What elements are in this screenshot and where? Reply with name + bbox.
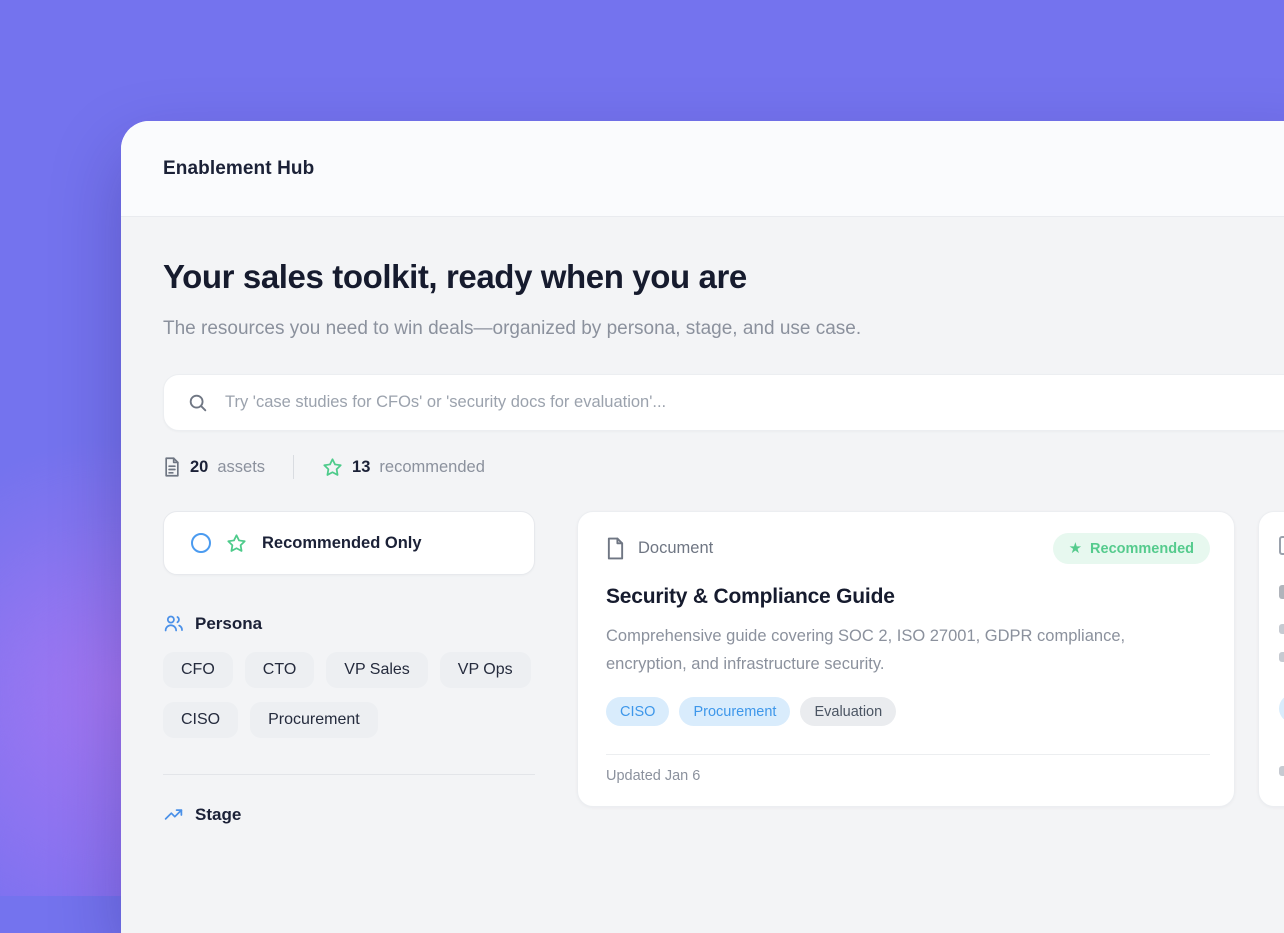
persona-chip-procurement[interactable]: Procurement xyxy=(250,702,378,738)
stats-row: 20 assets 13 recommended xyxy=(163,455,1284,479)
users-icon xyxy=(163,613,184,634)
asset-card-partial[interactable] xyxy=(1258,511,1284,807)
recommended-only-label: Recommended Only xyxy=(262,534,422,553)
star-outline-icon xyxy=(226,533,247,554)
star-filled-icon: ★ xyxy=(1069,541,1082,556)
card-type: Document xyxy=(606,537,713,560)
recommended-badge: ★ Recommended xyxy=(1053,533,1210,564)
stats-divider xyxy=(293,455,294,479)
recommended-count: 13 xyxy=(352,458,370,477)
persona-chips: CFO CTO VP Sales VP Ops CISO Procurement xyxy=(163,652,535,738)
partial-card-text-fragment xyxy=(1279,624,1284,634)
enablement-hub-window: Enablement Hub Your sales toolkit, ready… xyxy=(121,121,1284,933)
card-type-label: Document xyxy=(638,539,713,558)
recommended-label: recommended xyxy=(379,458,484,477)
recommended-badge-label: Recommended xyxy=(1090,541,1194,557)
search-bar[interactable] xyxy=(163,374,1284,431)
asset-cards: Document ★ Recommended Security & Compli… xyxy=(577,511,1284,825)
tag-ciso: CISO xyxy=(606,697,669,726)
card-title: Security & Compliance Guide xyxy=(606,585,1210,609)
content-row: Recommended Only Persona CFO xyxy=(163,511,1284,825)
card-tags: CISO Procurement Evaluation xyxy=(606,697,1210,726)
recommended-only-toggle[interactable]: Recommended Only xyxy=(163,511,535,575)
filters-panel: Recommended Only Persona CFO xyxy=(163,511,535,825)
page-title: Your sales toolkit, ready when you are xyxy=(163,258,1284,296)
star-outline-icon xyxy=(322,457,343,478)
persona-chip-cfo[interactable]: CFO xyxy=(163,652,233,688)
page-subtitle: The resources you need to win deals—orga… xyxy=(163,310,983,347)
trending-up-icon xyxy=(163,804,184,825)
tag-procurement: Procurement xyxy=(679,697,790,726)
file-icon xyxy=(606,537,625,560)
window-body: Your sales toolkit, ready when you are T… xyxy=(121,217,1284,825)
persona-section-label: Persona xyxy=(195,614,262,634)
persona-chip-ciso[interactable]: CISO xyxy=(163,702,238,738)
persona-chip-cto[interactable]: CTO xyxy=(245,652,314,688)
app-title: Enablement Hub xyxy=(163,158,314,180)
stage-section-label: Stage xyxy=(195,805,241,825)
partial-card-footer-fragment xyxy=(1279,766,1284,776)
assets-stat: 20 assets xyxy=(163,457,265,477)
partial-card-tag-fragment xyxy=(1279,694,1284,723)
document-count-icon xyxy=(163,457,181,477)
asset-card-security-compliance-guide[interactable]: Document ★ Recommended Security & Compli… xyxy=(577,511,1235,807)
assets-label: assets xyxy=(217,458,265,477)
partial-card-title-fragment xyxy=(1279,585,1284,599)
card-updated-date: Updated Jan 6 xyxy=(606,768,1210,784)
recommended-stat: 13 recommended xyxy=(322,457,485,478)
stage-section-heading: Stage xyxy=(163,804,535,825)
persona-section-heading: Persona xyxy=(163,613,535,634)
search-icon xyxy=(187,392,209,414)
tag-evaluation: Evaluation xyxy=(800,697,896,726)
window-header: Enablement Hub xyxy=(121,121,1284,217)
filter-divider xyxy=(163,774,535,775)
card-divider xyxy=(606,754,1210,755)
card-description: Comprehensive guide covering SOC 2, ISO … xyxy=(606,622,1186,678)
file-icon xyxy=(1279,536,1284,555)
assets-count: 20 xyxy=(190,458,208,477)
persona-chip-vp-ops[interactable]: VP Ops xyxy=(440,652,531,688)
card-top-row: Document ★ Recommended xyxy=(606,533,1210,564)
persona-chip-vp-sales[interactable]: VP Sales xyxy=(326,652,428,688)
toggle-radio-icon[interactable] xyxy=(191,533,211,553)
partial-card-text-fragment xyxy=(1279,652,1284,662)
search-input[interactable] xyxy=(225,393,1284,412)
